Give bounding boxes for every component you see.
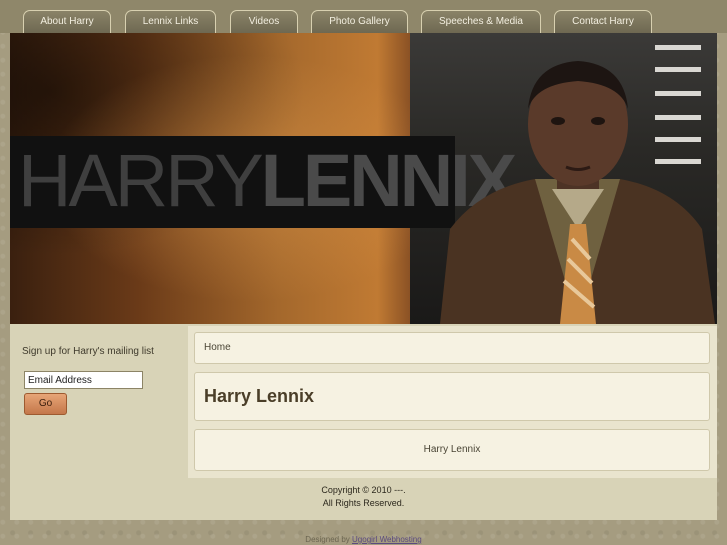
email-field[interactable] [24,371,143,389]
rights-text: All Rights Reserved. [322,498,405,508]
header-banner: HARRYLENNIX [10,33,717,324]
breadcrumb-home-link[interactable]: Home [204,342,231,353]
tab-about-harry[interactable]: About Harry [23,10,111,33]
copyright-text: Copyright © 2010 ---. [321,485,406,495]
footer: Copyright © 2010 ---. All Rights Reserve… [10,480,717,520]
designed-by-text: Designed by [305,535,350,544]
portrait-photo [440,61,715,324]
breadcrumb: Home [194,332,710,364]
designer-credit: Designed by Ugogirl Webhosting [0,535,727,544]
tab-videos[interactable]: Videos [230,10,298,33]
content-panel: Harry Lennix [194,429,710,471]
content-text: Harry Lennix [423,444,481,455]
logo-first-name: HARRY [18,139,264,222]
page-title: Harry Lennix [204,386,315,406]
tab-speeches-media[interactable]: Speeches & Media [421,10,541,33]
go-button[interactable]: Go [24,393,67,415]
tab-lennix-links[interactable]: Lennix Links [125,10,216,33]
tab-photo-gallery[interactable]: Photo Gallery [311,10,408,33]
title-panel: Harry Lennix [194,372,710,421]
designer-link[interactable]: Ugogirl Webhosting [352,535,422,544]
mailing-list-label: Sign up for Harry's mailing list [22,346,154,357]
tab-contact-harry[interactable]: Contact Harry [554,10,652,33]
